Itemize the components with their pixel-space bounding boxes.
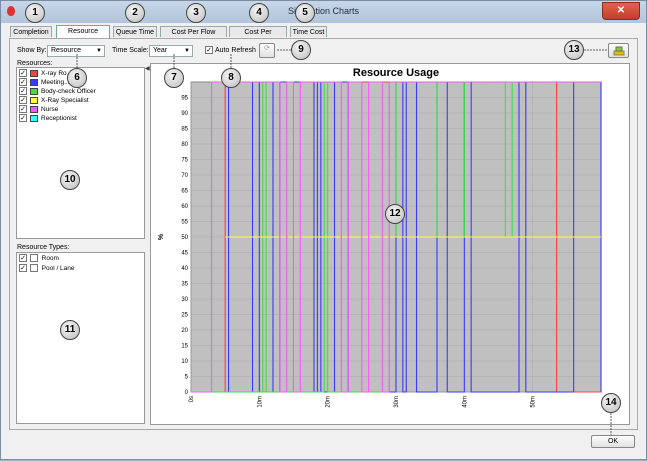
- y-tick-label: 20: [181, 328, 188, 334]
- y-tick-label: 60: [181, 204, 188, 210]
- time-scale-value: Year: [153, 47, 168, 54]
- resource-checkbox[interactable]: ✓: [19, 114, 27, 122]
- y-tick-label: 5: [185, 375, 189, 381]
- ok-button[interactable]: OK: [591, 435, 635, 448]
- resource-color-swatch: [30, 88, 38, 95]
- resource-label: Receptionist: [41, 115, 77, 122]
- y-tick-label: 15: [181, 344, 188, 350]
- callout-6: 6: [67, 68, 87, 88]
- refresh-button[interactable]: ⟳: [259, 43, 275, 58]
- callout-8: 8: [221, 68, 241, 88]
- resource-type-checkbox[interactable]: ✓: [19, 264, 27, 273]
- export-button[interactable]: [608, 43, 629, 58]
- resource-usage-chart: Resource Usage 0 5 10 15 20 25 30 35 40 45 50 55 60 65…: [150, 63, 630, 434]
- resource-type-label: Pool / Lane: [41, 265, 75, 272]
- show-by-value: Resource: [51, 47, 81, 54]
- tab-queue-time[interactable]: Queue Time: [113, 26, 157, 37]
- tab-cost-per-flow-object[interactable]: Cost Per Flow Object: [160, 26, 227, 47]
- resource-color-swatch: [30, 70, 38, 77]
- callout-1: 1: [25, 3, 45, 23]
- chevron-down-icon: ▼: [96, 48, 102, 54]
- simulation-charts-window: Simulation Charts ✕ Completion Resource …: [0, 0, 647, 460]
- x-tick-label: 50m: [531, 396, 537, 408]
- resources-label: Resources:: [17, 60, 53, 67]
- y-tick-label: 25: [181, 313, 188, 319]
- resource-label: Nurse: [41, 106, 59, 113]
- callout-2: 2: [125, 3, 145, 23]
- tab-resource-usage[interactable]: Resource Usage: [56, 25, 110, 46]
- pool-lane-swatch: [29, 264, 38, 273]
- x-tick-label: 0s: [189, 396, 195, 402]
- collapse-panel-icon[interactable]: ◀: [145, 65, 150, 72]
- resource-type-item-pool-lane[interactable]: ✓ Pool / Lane: [19, 264, 75, 273]
- resource-checkbox[interactable]: ✓: [19, 69, 27, 77]
- y-tick-label: 0: [185, 390, 189, 396]
- resource-checkbox[interactable]: ✓: [19, 96, 27, 104]
- resource-types-list: ✓ Room ✓ Pool / Lane: [16, 252, 145, 424]
- y-tick-label: 75: [181, 158, 188, 164]
- y-axis-label: %: [158, 233, 165, 240]
- resource-label: Meeting...: [41, 79, 70, 86]
- y-tick-label: 95: [181, 96, 188, 102]
- callout-3: 3: [186, 3, 206, 23]
- x-tick-label: 40m: [462, 396, 468, 408]
- callout-11: 11: [60, 320, 80, 340]
- resource-type-checkbox[interactable]: ✓: [19, 254, 27, 263]
- callout-9: 9: [291, 40, 311, 60]
- resource-label: X-Ray Specialist: [41, 97, 89, 104]
- y-tick-label: 45: [181, 251, 188, 257]
- tab-completion[interactable]: Completion: [10, 26, 52, 37]
- resource-color-swatch: [30, 79, 38, 86]
- resource-color-swatch: [30, 97, 38, 104]
- resource-checkbox[interactable]: ✓: [19, 87, 27, 95]
- tab-cost-per-scenario[interactable]: Cost Per Scenario: [229, 26, 287, 47]
- callout-12: 12: [385, 204, 405, 224]
- callout-7: 7: [164, 68, 184, 88]
- y-tick-label: 85: [181, 127, 188, 133]
- resource-type-item-room[interactable]: ✓ Room: [19, 254, 59, 263]
- room-swatch: [29, 254, 38, 263]
- y-tick-label: 70: [181, 173, 188, 179]
- y-tick-label: 40: [181, 266, 188, 272]
- y-tick-label: 50: [181, 235, 188, 241]
- x-tick-label: 30m: [394, 396, 400, 408]
- resource-color-swatch: [30, 115, 38, 122]
- y-tick-label: 35: [181, 282, 188, 288]
- export-chart-icon: [613, 46, 624, 56]
- show-by-select[interactable]: Resource ▼: [47, 45, 105, 57]
- resource-checkbox[interactable]: ✓: [19, 78, 27, 86]
- callout-14: 14: [601, 393, 621, 413]
- time-scale-select[interactable]: Year ▼: [149, 45, 193, 57]
- x-tick-label: 10m: [257, 396, 263, 408]
- resource-checkbox[interactable]: ✓: [19, 105, 27, 113]
- y-tick-label: 30: [181, 297, 188, 303]
- window-title: Simulation Charts: [287, 6, 360, 16]
- tab-time-cost[interactable]: Time Cost: [290, 26, 327, 37]
- y-tick-label: 10: [181, 359, 188, 365]
- callout-10: 10: [60, 170, 80, 190]
- callout-13: 13: [564, 40, 584, 60]
- y-tick-label: 80: [181, 142, 188, 148]
- chevron-down-icon: ▼: [184, 48, 190, 54]
- chart-svg: Resource Usage 0 5 10 15 20 25 30 35 40 45 50 55 60 65…: [158, 67, 602, 434]
- resource-type-label: Room: [41, 255, 59, 262]
- callout-4: 4: [249, 3, 269, 23]
- y-tick-label: 90: [181, 111, 188, 117]
- chart-title: Resource Usage: [353, 67, 439, 79]
- show-by-label: Show By:: [17, 47, 47, 54]
- resource-types-label: Resource Types:: [17, 244, 70, 251]
- auto-refresh-checkbox[interactable]: ✓: [205, 46, 213, 54]
- resource-color-swatch: [30, 106, 38, 113]
- y-tick-label: 65: [181, 189, 188, 195]
- resource-label: Body-check Officer: [41, 88, 96, 95]
- time-scale-label: Time Scale:: [112, 47, 149, 54]
- close-button[interactable]: ✕: [602, 2, 640, 20]
- auto-refresh-label: Auto Refresh: [215, 47, 256, 54]
- y-tick-label: 55: [181, 220, 188, 226]
- callout-5: 5: [295, 3, 315, 23]
- title-bar: Simulation Charts ✕: [1, 1, 646, 23]
- x-tick-label: 20m: [326, 396, 332, 408]
- refresh-icon: ⟳: [264, 45, 270, 52]
- resources-list: ✓ X-ray Ro... ✓ Meeting... ✓ Body-check Offic…: [16, 67, 145, 239]
